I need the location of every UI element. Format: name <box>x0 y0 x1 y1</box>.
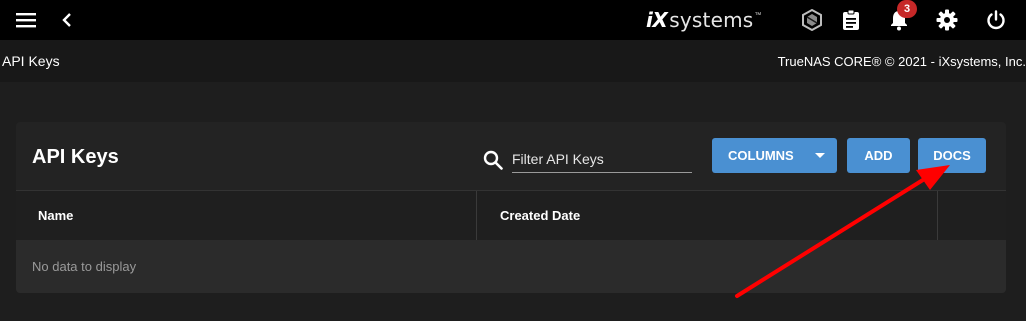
task-manager-icon[interactable] <box>840 8 862 32</box>
column-header-name[interactable]: Name <box>38 191 73 240</box>
table-header: Name Created Date <box>16 190 1006 240</box>
card-title: API Keys <box>32 146 119 168</box>
docs-button[interactable]: DOCS <box>918 138 986 173</box>
notification-badge: 3 <box>897 0 917 18</box>
column-header-created-date[interactable]: Created Date <box>500 191 580 240</box>
menu-icon[interactable] <box>14 9 38 31</box>
truecommand-icon[interactable] <box>800 8 824 32</box>
logo-ix: iX <box>646 8 668 32</box>
logo-trademark: ™ <box>754 11 762 19</box>
ixsystems-logo[interactable]: iX systems ™ <box>646 5 768 35</box>
api-keys-card: API Keys COLUMNS ADD DOCS Name Created D… <box>16 122 1006 293</box>
page-header: API Keys TrueNAS CORE® © 2021 - iXsystem… <box>0 40 1026 82</box>
gear-icon[interactable] <box>935 8 959 32</box>
power-icon[interactable] <box>984 8 1008 32</box>
filter-input[interactable] <box>512 146 692 173</box>
top-toolbar: iX systems ™ 3 <box>0 0 1026 40</box>
add-button[interactable]: ADD <box>847 138 910 173</box>
columns-button[interactable]: COLUMNS <box>712 138 837 173</box>
column-divider <box>937 191 938 240</box>
empty-message: No data to display <box>32 259 137 274</box>
logo-systems: systems <box>669 8 754 32</box>
columns-button-label: COLUMNS <box>728 148 794 163</box>
caret-down-icon <box>815 153 825 158</box>
search-icon <box>483 150 503 170</box>
empty-table-row: No data to display <box>16 240 1006 293</box>
column-divider <box>476 191 477 240</box>
breadcrumb-title: API Keys <box>2 53 60 69</box>
back-icon[interactable] <box>58 9 76 31</box>
copyright-text: TrueNAS CORE® © 2021 - iXsystems, Inc. <box>777 54 1026 69</box>
